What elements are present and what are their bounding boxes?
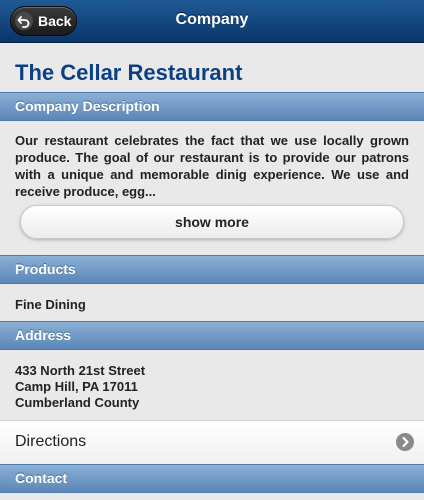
address-block: 433 North 21st Street Camp Hill, PA 1701… [15,363,145,411]
directions-link[interactable]: Directions [0,420,424,464]
section-header-contact: Contact [0,464,424,493]
back-button[interactable]: Back [10,6,77,36]
chevron-right-icon [396,433,414,451]
product-item: Fine Dining [15,297,86,312]
address-city-state-zip: Camp Hill, PA 17011 [15,379,138,394]
section-header-products: Products [0,255,424,284]
directions-label: Directions [15,433,87,450]
company-name: The Cellar Restaurant [15,60,243,85]
header-bar: Company Back [0,0,424,43]
address-county: Cumberland County [15,395,140,410]
address-street: 433 North 21st Street [15,363,146,378]
section-header-description: Company Description [0,92,424,121]
back-button-label: Back [38,13,72,29]
show-more-button[interactable]: show more [20,205,404,239]
company-description-text: Our restaurant celebrates the fact that … [15,133,409,199]
back-arrow-icon [15,12,33,30]
section-header-address: Address [0,321,424,350]
